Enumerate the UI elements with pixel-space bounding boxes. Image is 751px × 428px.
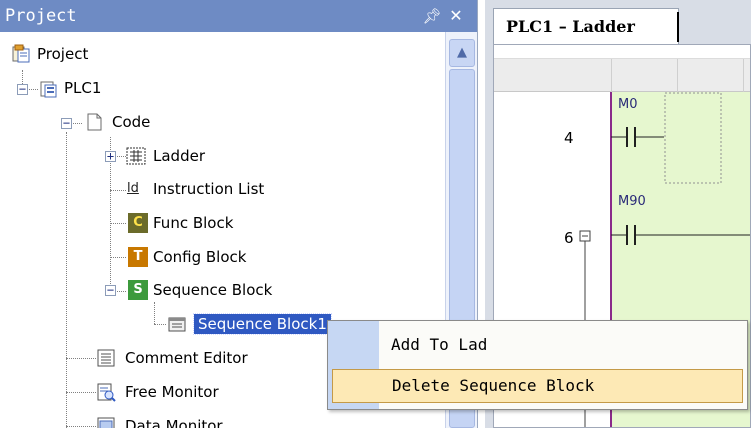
collapse-icon[interactable]: − [105, 284, 116, 296]
tree-label-free-monitor: Free Monitor [125, 383, 219, 401]
project-panel-header: Project 📌︎ ✕ [0, 0, 477, 32]
data-monitor-icon [97, 417, 115, 428]
menu-item-add-to-lad[interactable]: Add To Lad [332, 329, 743, 363]
tree-connector [154, 302, 155, 324]
project-panel-title: Project [5, 6, 77, 26]
document-icon [87, 113, 102, 131]
tree-connector [66, 392, 96, 393]
tree-label-config-block: Config Block [153, 248, 247, 266]
free-monitor-icon [97, 383, 116, 402]
tree-connector [154, 324, 166, 325]
comment-editor-icon [97, 349, 115, 367]
config-block-icon: T [128, 247, 148, 267]
tree-label-project: Project [37, 45, 89, 63]
tree-label-sequence-block: Sequence Block [153, 281, 273, 299]
scroll-up-icon[interactable]: ▲ [449, 39, 475, 67]
tree-connector [110, 223, 126, 224]
tree-label-code: Code [112, 113, 151, 131]
tree-label-data-monitor: Data Monitor [125, 417, 223, 428]
sequence-block-icon: S [128, 280, 148, 300]
expand-icon[interactable]: + [105, 150, 116, 162]
tab-separator [677, 12, 679, 42]
contact-m90 [611, 225, 750, 245]
tree-label-plc1: PLC1 [64, 79, 102, 97]
ladder-icon [126, 147, 146, 165]
sequence-block-item-icon [168, 317, 186, 332]
tree-connector [66, 426, 96, 427]
instruction-list-icon: ld [127, 181, 139, 196]
plc-icon [40, 81, 57, 98]
tab-plc1-ladder[interactable]: PLC1 – Ladder [493, 8, 679, 44]
project-icon [12, 44, 30, 63]
menu-item-delete-sequence-block[interactable]: Delete Sequence Block [332, 369, 743, 403]
tree-label-ladder: Ladder [153, 147, 205, 165]
context-menu: Add To Lad Delete Sequence Block [327, 320, 748, 410]
collapse-icon[interactable]: − [17, 83, 28, 95]
tree-label-sequence-block1: Sequence Block1 [193, 313, 332, 335]
tree-connector [110, 257, 126, 258]
tree-connector [66, 358, 96, 359]
collapse-icon[interactable]: − [61, 117, 72, 129]
tree-label-func-block: Func Block [153, 214, 234, 232]
pin-icon[interactable]: 📌︎ [422, 0, 442, 32]
contact-m0 [611, 127, 664, 147]
tree-connector [66, 132, 67, 428]
tab-label: PLC1 – Ladder [506, 17, 635, 36]
tree-label-instruction-list: Instruction List [153, 180, 265, 198]
tree-connector [110, 190, 126, 191]
tree-label-comment-editor: Comment Editor [125, 349, 248, 367]
close-icon[interactable]: ✕ [446, 0, 466, 32]
empty-cell [664, 92, 722, 184]
func-block-icon: C [128, 213, 148, 233]
